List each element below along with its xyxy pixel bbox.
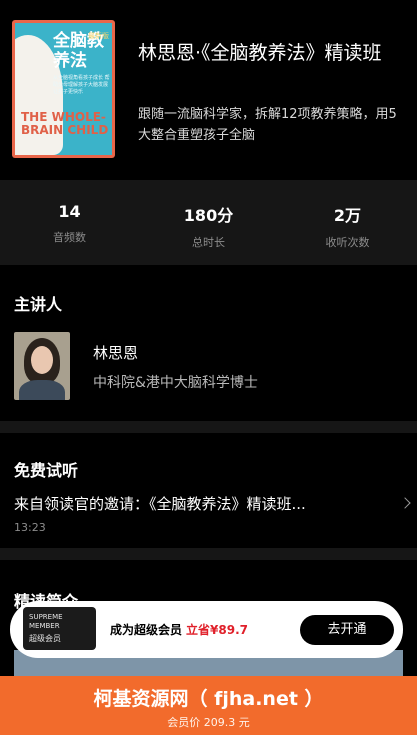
course-cover-image[interactable]: 全脑教养法 最新版 从全脑视角看孩子成长 帮助父母理解孩子大脑发展 让孩子更快乐… [12,20,115,158]
member-card-badge: SUPREME MEMBER 超级会员 [23,607,96,650]
course-description: 跟随一流脑科学家，拆解12项教养策略，用5大整合重塑孩子全脑 [138,107,397,143]
chevron-right-icon [399,497,411,509]
super-member-banner[interactable]: SUPREME MEMBER 超级会员 成为超级会员 立省¥89.7 去开通 [10,601,403,658]
cover-art: 全脑教养法 最新版 从全脑视角看孩子成长 帮助父母理解孩子大脑发展 让孩子更快乐… [15,23,112,155]
stat-total-duration: 180分 总时长 [139,180,278,265]
stat-play-count: 2万 收听次数 [278,180,417,265]
member-promo-text: 成为超级会员 立省¥89.7 [110,621,248,638]
activate-membership-button[interactable]: 去开通 [300,615,394,645]
member-card-line1: SUPREME [29,613,63,621]
member-savings: 立省¥89.7 [186,623,248,637]
member-card-label: 超级会员 [29,634,61,643]
section-title-free-trial: 免费试听 [14,461,79,480]
lecturer-avatar[interactable] [14,332,70,400]
cover-subtitle: 从全脑视角看孩子成长 帮助父母理解孩子大脑发展 让孩子更快乐 [53,75,110,95]
course-header: 全脑教养法 最新版 从全脑视角看孩子成长 帮助父母理解孩子大脑发展 让孩子更快乐… [0,0,417,178]
course-title: 林思恩·《全脑教养法》精读班 [138,42,382,64]
section-divider [0,421,417,433]
trial-episode-item[interactable]: 来自领读官的邀请：《全脑教养法》精读班... 13:23 [14,493,411,541]
stat-value: 14 [58,202,81,221]
avatar-body [19,380,65,400]
stat-label: 收听次数 [325,236,370,249]
course-stats: 14 音频数 180分 总时长 2万 收听次数 [0,180,417,265]
member-price-text: 会员价 209.3 元 [167,716,250,729]
lecturer-credentials: 中科院&港中大脑科学博士 [93,375,258,391]
member-card-line2: MEMBER [29,622,60,630]
avatar-face [31,346,53,374]
stat-label: 音频数 [53,231,86,244]
section-title-lecturer: 主讲人 [14,295,63,314]
free-trial-section: 免费试听 来自领读官的邀请：《全脑教养法》精读班... 13:23 [0,433,417,548]
stat-label: 总时长 [192,236,225,249]
stat-audio-count: 14 音频数 [0,180,139,265]
stat-value: 180分 [183,206,234,225]
lecturer-section: 主讲人 林思恩 中科院&港中大脑科学博士 [0,276,417,419]
purchase-bar-main-text: 柯基资源网（ fjha.net ） [93,688,324,710]
lecturer-name[interactable]: 林思恩 [93,342,138,363]
purchase-bar[interactable]: 柯基资源网（ fjha.net ） 会员价 209.3 元 [0,676,417,735]
member-promo-label: 成为超级会员 [110,623,183,637]
section-divider [0,548,417,560]
cover-english-title: THE WHOLE-BRAIN CHILD [21,110,109,137]
trial-episode-title: 来自领读官的邀请：《全脑教养法》精读班... [14,495,306,513]
cover-tag: 最新版 [88,32,109,40]
stat-value: 2万 [333,206,362,225]
trial-episode-duration: 13:23 [14,521,46,534]
